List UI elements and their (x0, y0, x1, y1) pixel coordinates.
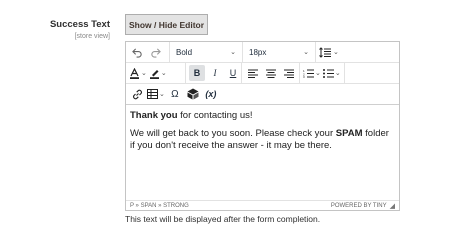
align-left-icon[interactable] (245, 65, 261, 81)
element-path[interactable]: P » SPAN » STRONG (130, 203, 189, 209)
field-note: This text will be displayed after the fo… (125, 214, 321, 224)
bullet-list-icon[interactable]: ⌄ (322, 65, 341, 81)
show-hide-editor-button[interactable]: Show / Hide Editor (125, 14, 208, 35)
chevron-down-icon: ⌄ (334, 70, 341, 77)
rich-text-editor: Bold ⌄ 18px ⌄ ⌄ ⌄ ⌄ B I U 1 2 3 ⌄ ⌄ ⌄ Ω … (125, 41, 400, 211)
italic-button[interactable]: I (207, 65, 223, 81)
thank-you-text: Thank you (130, 110, 178, 121)
block-format-value: Bold (176, 47, 193, 57)
powered-by-link[interactable]: POWERED BY TINY (331, 203, 387, 209)
editor-statusbar: P » SPAN » STRONG POWERED BY TINY ◢ (126, 200, 399, 210)
chevron-down-icon: ⌄ (315, 70, 321, 77)
font-size-value: 18px (249, 47, 267, 57)
toolbar-row-2: ⌄ ⌄ B I U 123 ⌄ ⌄ (126, 63, 399, 84)
editor-content[interactable]: Thank you for contacting us! We will get… (126, 105, 399, 200)
chevron-down-icon: ⌄ (141, 70, 147, 77)
underline-button[interactable]: U (225, 65, 241, 81)
contacting-text: for contacting us! (177, 110, 253, 121)
table-icon[interactable]: ⌄ (147, 86, 165, 102)
toolbar-row-1: Bold ⌄ 18px ⌄ ⌄ (126, 42, 399, 63)
spam-text: SPAM (335, 127, 363, 139)
font-size-select[interactable]: 18px ⌄ (243, 42, 316, 62)
block-format-select[interactable]: Bold ⌄ (170, 42, 243, 62)
field-label-text: Success Text (49, 19, 110, 30)
get-back-text: We will get back to you soon. Please che… (130, 127, 336, 139)
align-right-icon[interactable] (281, 65, 297, 81)
highlight-color-icon[interactable]: ⌄ (149, 65, 167, 81)
chevron-down-icon: ⌄ (159, 91, 165, 98)
svg-text:3: 3 (303, 75, 305, 78)
redo-icon[interactable] (147, 44, 163, 60)
chevron-down-icon: ⌄ (160, 70, 167, 77)
chevron-down-icon: ⌄ (303, 49, 309, 56)
link-icon[interactable] (129, 86, 145, 102)
chevron-down-icon: ⌄ (230, 49, 236, 56)
content-paragraph-2: We will get back to you soon. Please che… (130, 128, 395, 153)
field-label: Success Text [store view] (50, 19, 110, 42)
resize-handle-icon[interactable]: ◢ (390, 202, 395, 210)
insert-widget-icon[interactable] (185, 86, 201, 102)
insert-variable-button[interactable]: (x) (203, 86, 219, 102)
line-height-icon[interactable]: ⌄ (319, 44, 339, 60)
special-character-icon[interactable]: Ω (167, 86, 183, 102)
align-center-icon[interactable] (263, 65, 279, 81)
toolbar-row-3: ⌄ Ω (x) (126, 84, 399, 105)
undo-icon[interactable] (129, 44, 145, 60)
bold-button[interactable]: B (189, 65, 205, 81)
content-paragraph-1: Thank you for contacting us! (130, 110, 395, 123)
text-color-icon[interactable]: ⌄ (129, 65, 147, 81)
field-scope: [store view] (74, 33, 110, 40)
chevron-down-icon: ⌄ (333, 49, 339, 56)
numbered-list-icon[interactable]: 123 ⌄ (303, 65, 321, 81)
